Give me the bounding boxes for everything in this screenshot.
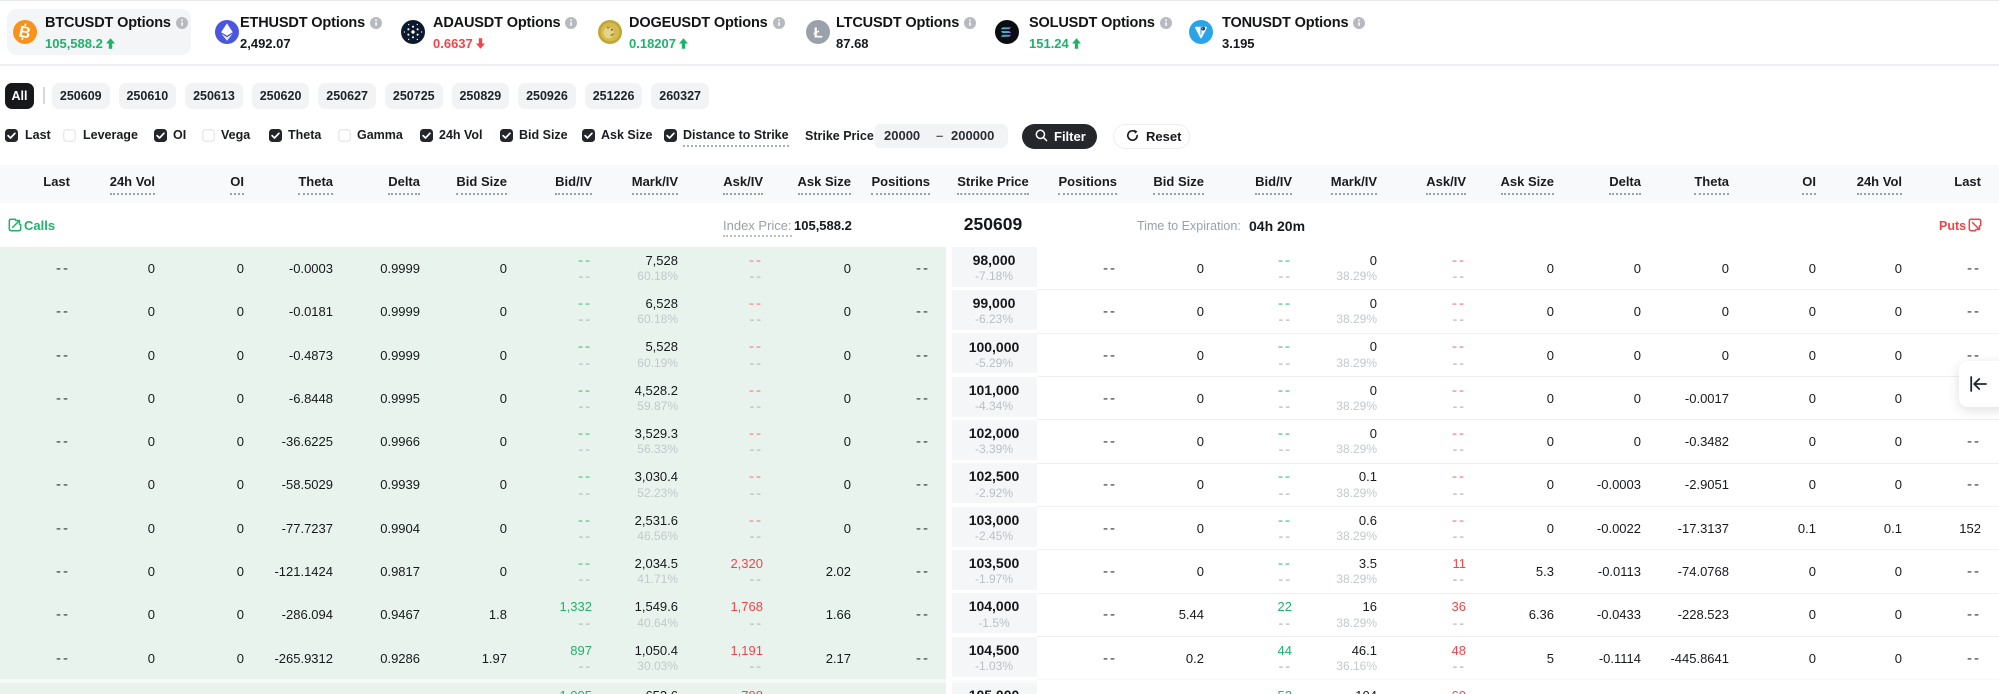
svg-text:Ł: Ł bbox=[813, 24, 822, 41]
